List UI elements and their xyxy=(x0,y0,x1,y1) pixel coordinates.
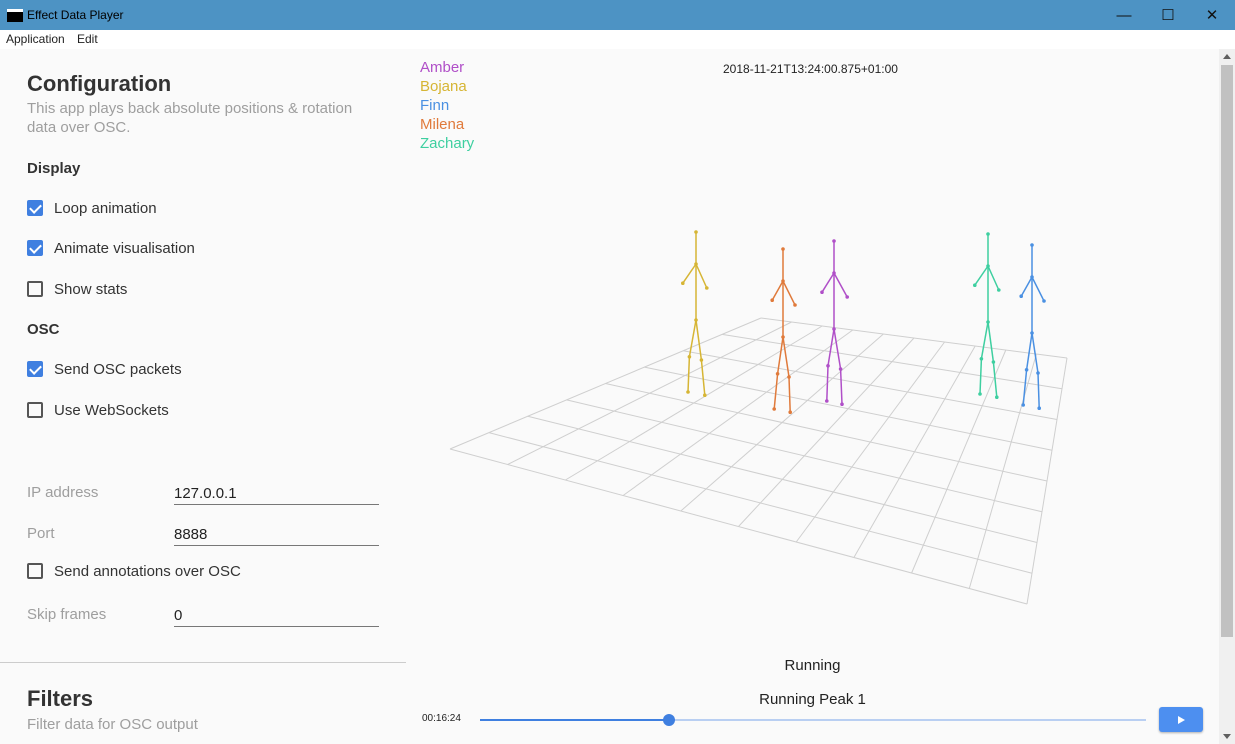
menu-application[interactable]: Application xyxy=(6,32,65,46)
close-button[interactable]: ✕ xyxy=(1189,0,1235,30)
filters-subtitle: Filter data for OSC output xyxy=(27,716,198,733)
animate-visualisation-checkbox[interactable]: Animate visualisation xyxy=(27,238,195,258)
checkbox-icon xyxy=(27,563,43,579)
animate-visualisation-label: Animate visualisation xyxy=(54,239,195,257)
playback-slider[interactable] xyxy=(480,714,1146,726)
checkbox-icon xyxy=(27,281,43,297)
minimize-button[interactable]: — xyxy=(1101,0,1147,30)
annotation-text: Running Peak 1 xyxy=(759,691,866,708)
dancer-skeleton xyxy=(1019,243,1046,411)
show-stats-label: Show stats xyxy=(54,280,128,298)
port-input[interactable] xyxy=(174,523,379,546)
dancer-skeleton xyxy=(973,232,1001,400)
window-title: Effect Data Player xyxy=(27,8,124,22)
dancer-skeleton xyxy=(681,230,709,398)
skeleton-3d-view[interactable] xyxy=(406,49,1219,649)
display-heading: Display xyxy=(27,160,81,177)
play-icon xyxy=(1177,715,1185,724)
configuration-title: Configuration xyxy=(27,71,172,96)
ip-address-input[interactable] xyxy=(174,482,379,505)
filters-title: Filters xyxy=(27,686,94,711)
loop-animation-checkbox[interactable]: Loop animation xyxy=(27,198,157,218)
maximize-button[interactable]: ☐ xyxy=(1145,0,1191,30)
slider-thumb[interactable] xyxy=(663,714,676,726)
send-annotations-checkbox[interactable]: Send annotations over OSC xyxy=(27,561,241,581)
use-websockets-checkbox[interactable]: Use WebSockets xyxy=(27,400,169,420)
loop-animation-label: Loop animation xyxy=(54,199,157,217)
scroll-up-icon[interactable] xyxy=(1223,54,1231,59)
use-websockets-label: Use WebSockets xyxy=(54,401,169,419)
playback-time: 00:16:24 xyxy=(422,713,461,724)
send-osc-checkbox[interactable]: Send OSC packets xyxy=(27,359,182,379)
dancer-skeleton xyxy=(820,239,849,407)
visualisation-area: Amber Bojana Finn Milena Zachary 2018-11… xyxy=(406,49,1219,744)
floor-grid xyxy=(449,317,1068,605)
dancer-skeletons xyxy=(681,230,1046,415)
checkbox-icon xyxy=(27,402,43,418)
grid-line xyxy=(449,448,1028,605)
send-annotations-label: Send annotations over OSC xyxy=(54,562,241,580)
send-osc-label: Send OSC packets xyxy=(54,360,182,378)
configuration-panel: Configuration This app plays back absolu… xyxy=(0,49,406,744)
title-bar: Effect Data Player — ☐ ✕ xyxy=(0,0,1235,30)
grid-line xyxy=(527,415,1038,543)
checkbox-icon xyxy=(27,200,43,216)
configuration-subtitle: This app plays back absolute positions &… xyxy=(27,100,353,136)
show-stats-checkbox[interactable]: Show stats xyxy=(27,279,127,299)
scrollbar[interactable] xyxy=(1219,49,1235,744)
scroll-down-icon[interactable] xyxy=(1223,734,1231,739)
grid-line xyxy=(760,317,1068,359)
grid-line xyxy=(566,399,1043,513)
app-icon xyxy=(7,9,23,22)
menu-bar: Application Edit xyxy=(0,30,1235,49)
scroll-thumb[interactable] xyxy=(1221,65,1233,637)
grid-line xyxy=(722,333,1063,390)
skip-frames-label: Skip frames xyxy=(27,606,107,623)
checkbox-icon xyxy=(27,240,43,256)
checkbox-icon xyxy=(27,361,43,377)
grid-line xyxy=(488,432,1033,574)
menu-edit[interactable]: Edit xyxy=(77,32,98,46)
grid-line xyxy=(644,366,1053,451)
slider-fill xyxy=(480,719,670,721)
port-label: Port xyxy=(27,525,55,542)
osc-heading: OSC xyxy=(27,321,60,338)
status-text: Running xyxy=(784,657,841,674)
skip-frames-input[interactable] xyxy=(174,604,379,627)
ip-address-label: IP address xyxy=(27,484,99,501)
section-divider xyxy=(0,662,406,663)
play-button[interactable] xyxy=(1159,707,1203,732)
